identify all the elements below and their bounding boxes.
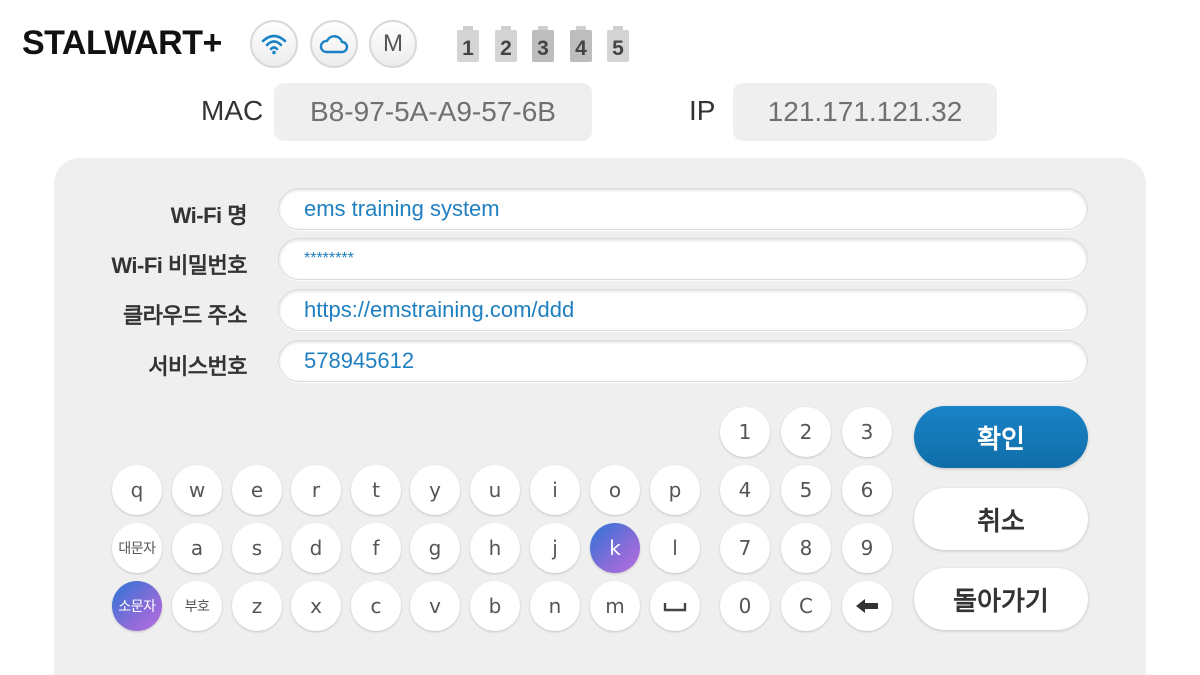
key-3[interactable]: 3: [842, 407, 892, 457]
channel-indicator-1: 1: [457, 26, 479, 62]
key-h[interactable]: h: [470, 523, 520, 573]
key-lowercase[interactable]: 소문자: [112, 581, 162, 631]
key-1[interactable]: 1: [720, 407, 770, 457]
back-button[interactable]: 돌아가기: [914, 568, 1088, 630]
brand-logo: STALWART+: [22, 24, 222, 62]
key-d[interactable]: d: [291, 523, 341, 573]
cloud-address-label: 클라우드 주소: [122, 303, 248, 328]
key-uppercase[interactable]: 대문자: [112, 523, 162, 573]
key-y[interactable]: y: [410, 465, 460, 515]
channel-indicator-5: 5: [607, 26, 629, 62]
key-q[interactable]: q: [112, 465, 162, 515]
service-number-input[interactable]: 578945612: [278, 340, 1088, 382]
key-p[interactable]: p: [650, 465, 700, 515]
key-i[interactable]: i: [530, 465, 580, 515]
confirm-button[interactable]: 확인: [914, 406, 1088, 468]
key-b[interactable]: b: [470, 581, 520, 631]
key-v[interactable]: v: [410, 581, 460, 631]
key-backspace[interactable]: [842, 581, 892, 631]
key-5[interactable]: 5: [781, 465, 831, 515]
key-symbols[interactable]: 부호: [172, 581, 222, 631]
ip-value: 121.171.121.32: [733, 83, 997, 141]
key-w[interactable]: w: [172, 465, 222, 515]
mac-label: MAC: [201, 95, 264, 126]
cloud-address-input[interactable]: https://emstraining.com/ddd: [278, 289, 1088, 331]
key-j[interactable]: j: [530, 523, 580, 573]
cloud-status-button[interactable]: [310, 20, 358, 68]
channel-indicator-4: 4: [570, 26, 592, 62]
key-s[interactable]: s: [232, 523, 282, 573]
key-4[interactable]: 4: [720, 465, 770, 515]
channel-indicator-3: 3: [532, 26, 554, 62]
key-a[interactable]: a: [172, 523, 222, 573]
key-9[interactable]: 9: [842, 523, 892, 573]
key-k[interactable]: k: [590, 523, 640, 573]
key-6[interactable]: 6: [842, 465, 892, 515]
key-u[interactable]: u: [470, 465, 520, 515]
key-f[interactable]: f: [351, 523, 401, 573]
wifi-icon: [261, 34, 287, 55]
key-t[interactable]: t: [351, 465, 401, 515]
key-e[interactable]: e: [232, 465, 282, 515]
key-r[interactable]: r: [291, 465, 341, 515]
key-2[interactable]: 2: [781, 407, 831, 457]
space-bar-icon: [663, 603, 687, 612]
channel-indicator-2: 2: [495, 26, 517, 62]
backspace-arrow-icon: [856, 599, 878, 613]
key-space[interactable]: [650, 581, 700, 631]
service-number-label: 서비스번호: [148, 354, 247, 379]
key-8[interactable]: 8: [781, 523, 831, 573]
key-x[interactable]: x: [291, 581, 341, 631]
key-clear[interactable]: C: [781, 581, 831, 631]
mode-button[interactable]: M: [369, 20, 417, 68]
ip-label: IP: [689, 95, 716, 126]
key-7[interactable]: 7: [720, 523, 770, 573]
cloud-icon: [319, 35, 349, 54]
wifi-name-input[interactable]: ems training system: [278, 188, 1088, 230]
key-0[interactable]: 0: [720, 581, 770, 631]
key-c[interactable]: c: [351, 581, 401, 631]
key-n[interactable]: n: [530, 581, 580, 631]
wifi-password-input[interactable]: ********: [278, 238, 1088, 280]
key-m[interactable]: m: [590, 581, 640, 631]
key-z[interactable]: z: [232, 581, 282, 631]
key-g[interactable]: g: [410, 523, 460, 573]
wifi-password-label: Wi-Fi 비밀번호: [111, 253, 247, 278]
wifi-name-label: Wi-Fi 명: [170, 203, 248, 228]
key-l[interactable]: l: [650, 523, 700, 573]
key-o[interactable]: o: [590, 465, 640, 515]
mac-value: B8-97-5A-A9-57-6B: [274, 83, 592, 141]
cancel-button[interactable]: 취소: [914, 488, 1088, 550]
wifi-status-button[interactable]: [250, 20, 298, 68]
